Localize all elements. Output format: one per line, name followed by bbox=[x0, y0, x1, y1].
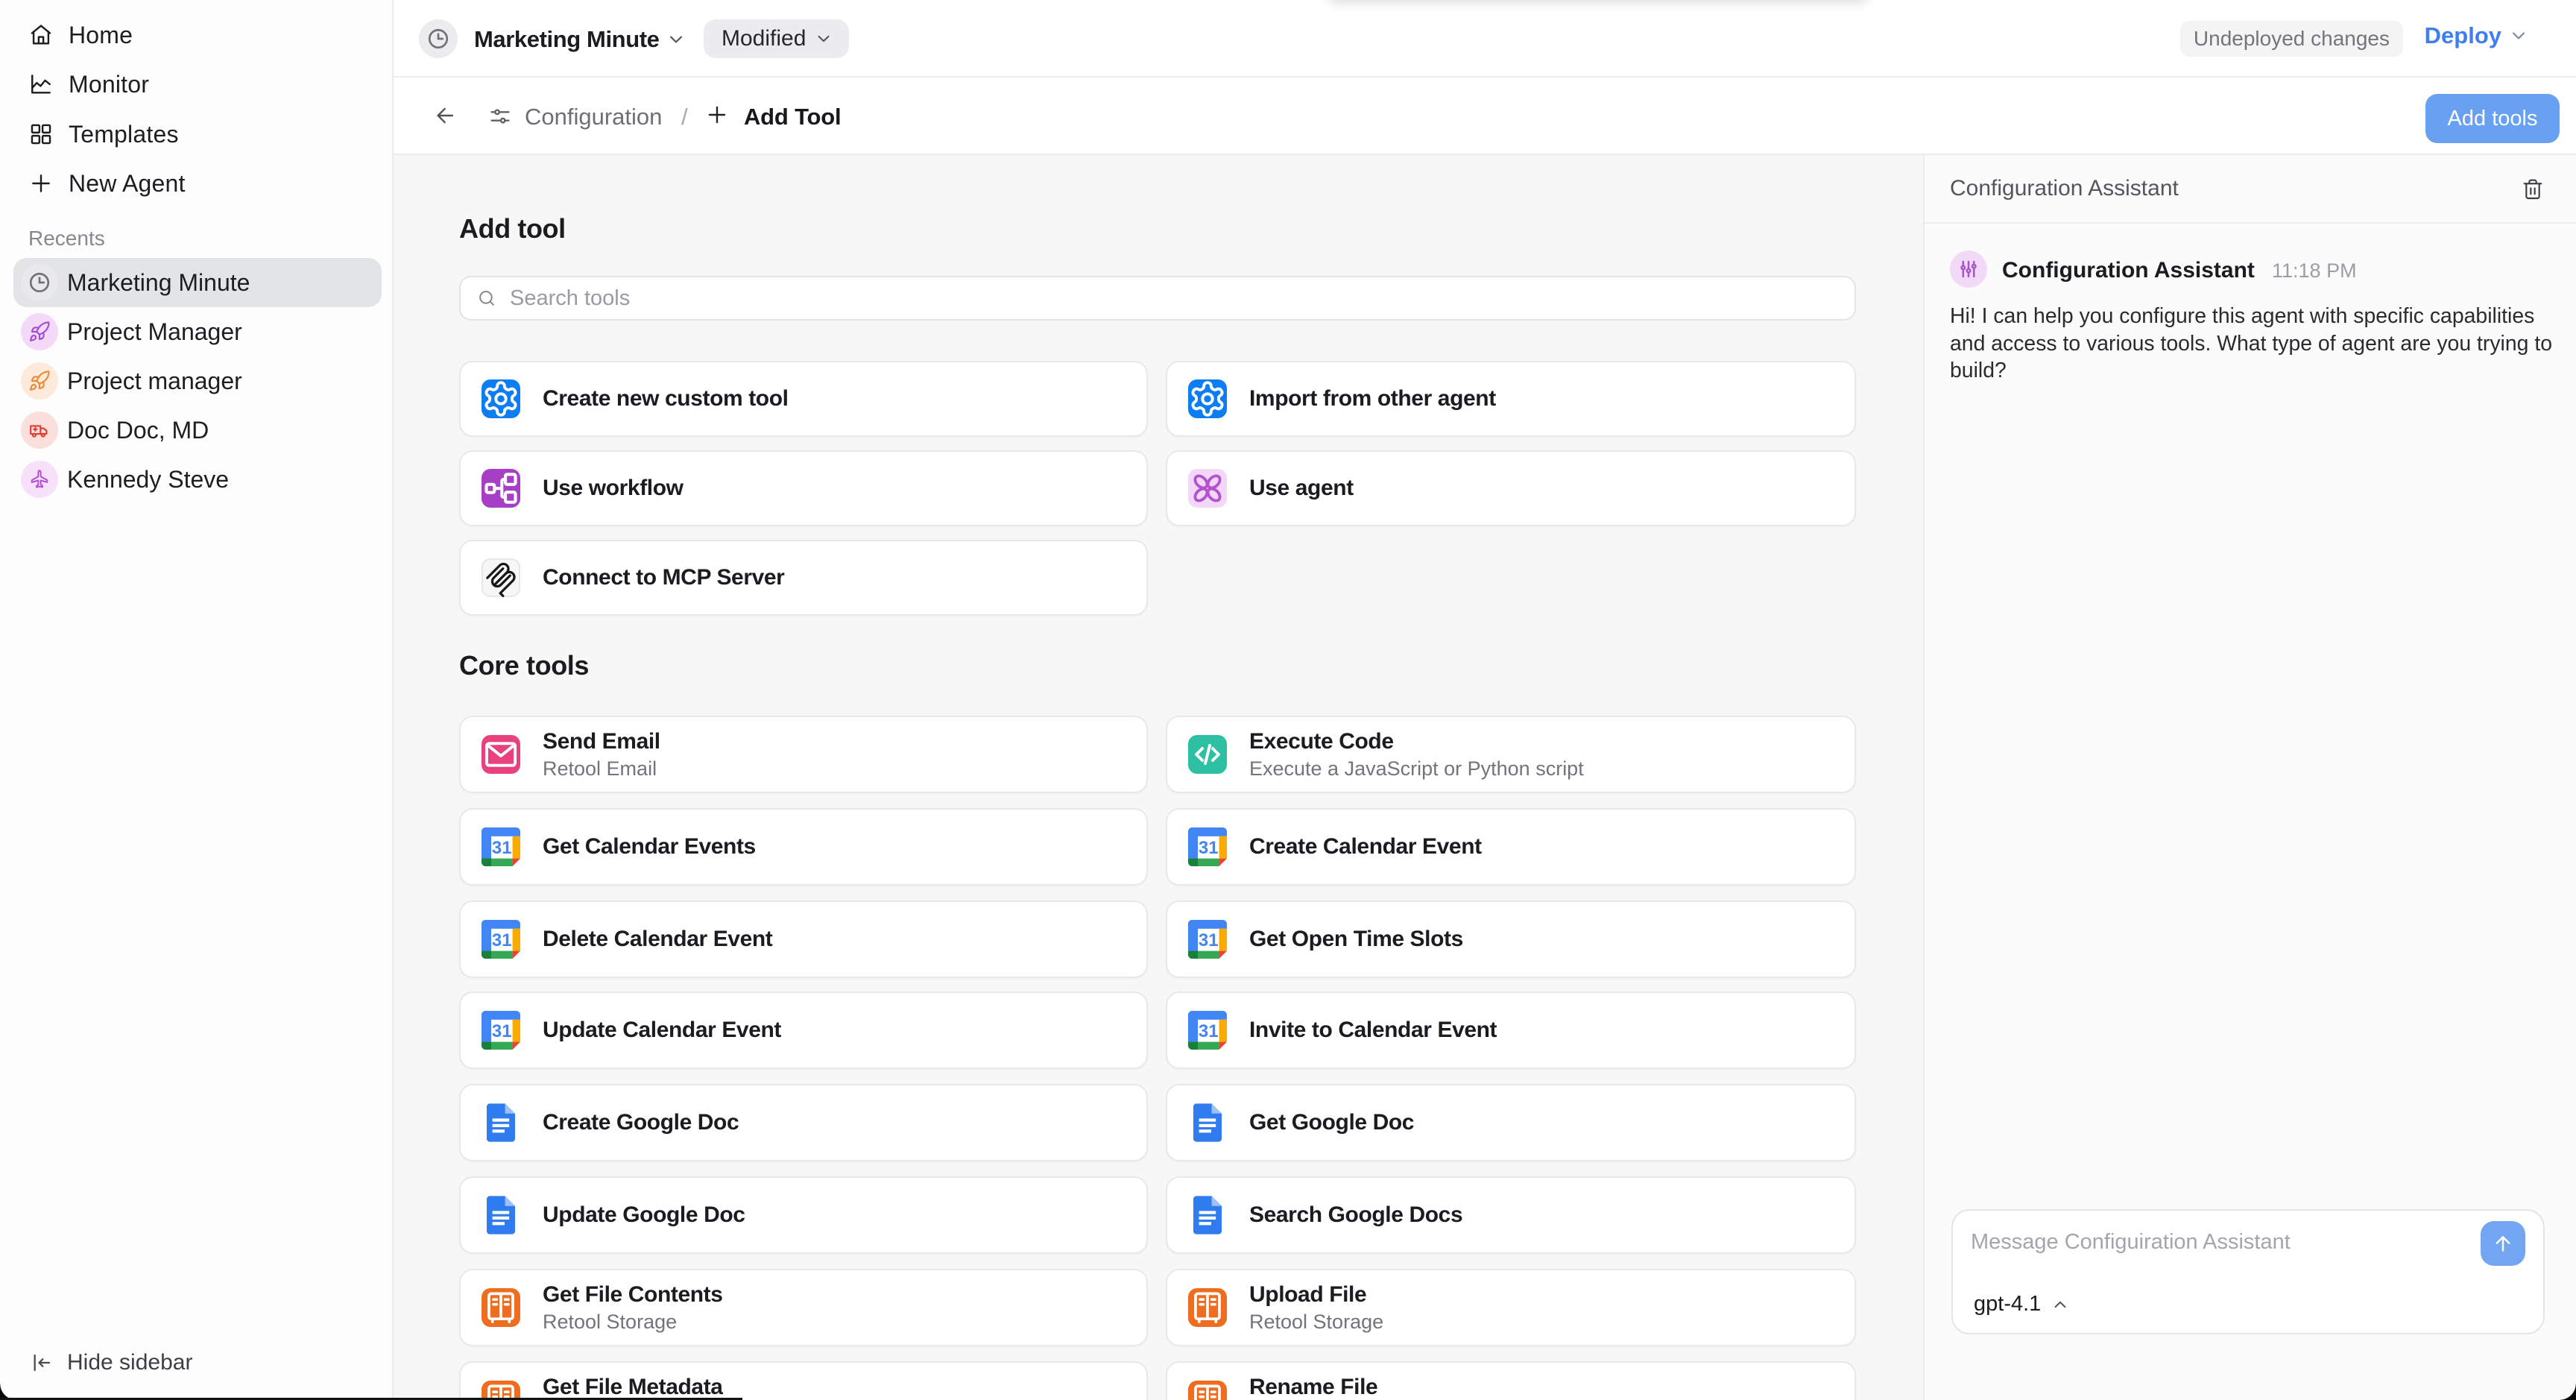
svg-text:31: 31 bbox=[492, 838, 512, 858]
svg-text:31: 31 bbox=[492, 930, 512, 950]
svg-text:31: 31 bbox=[1199, 930, 1219, 950]
svg-text:31: 31 bbox=[1199, 838, 1219, 858]
svg-text:31: 31 bbox=[1199, 1021, 1219, 1041]
svg-text:31: 31 bbox=[492, 1021, 512, 1041]
